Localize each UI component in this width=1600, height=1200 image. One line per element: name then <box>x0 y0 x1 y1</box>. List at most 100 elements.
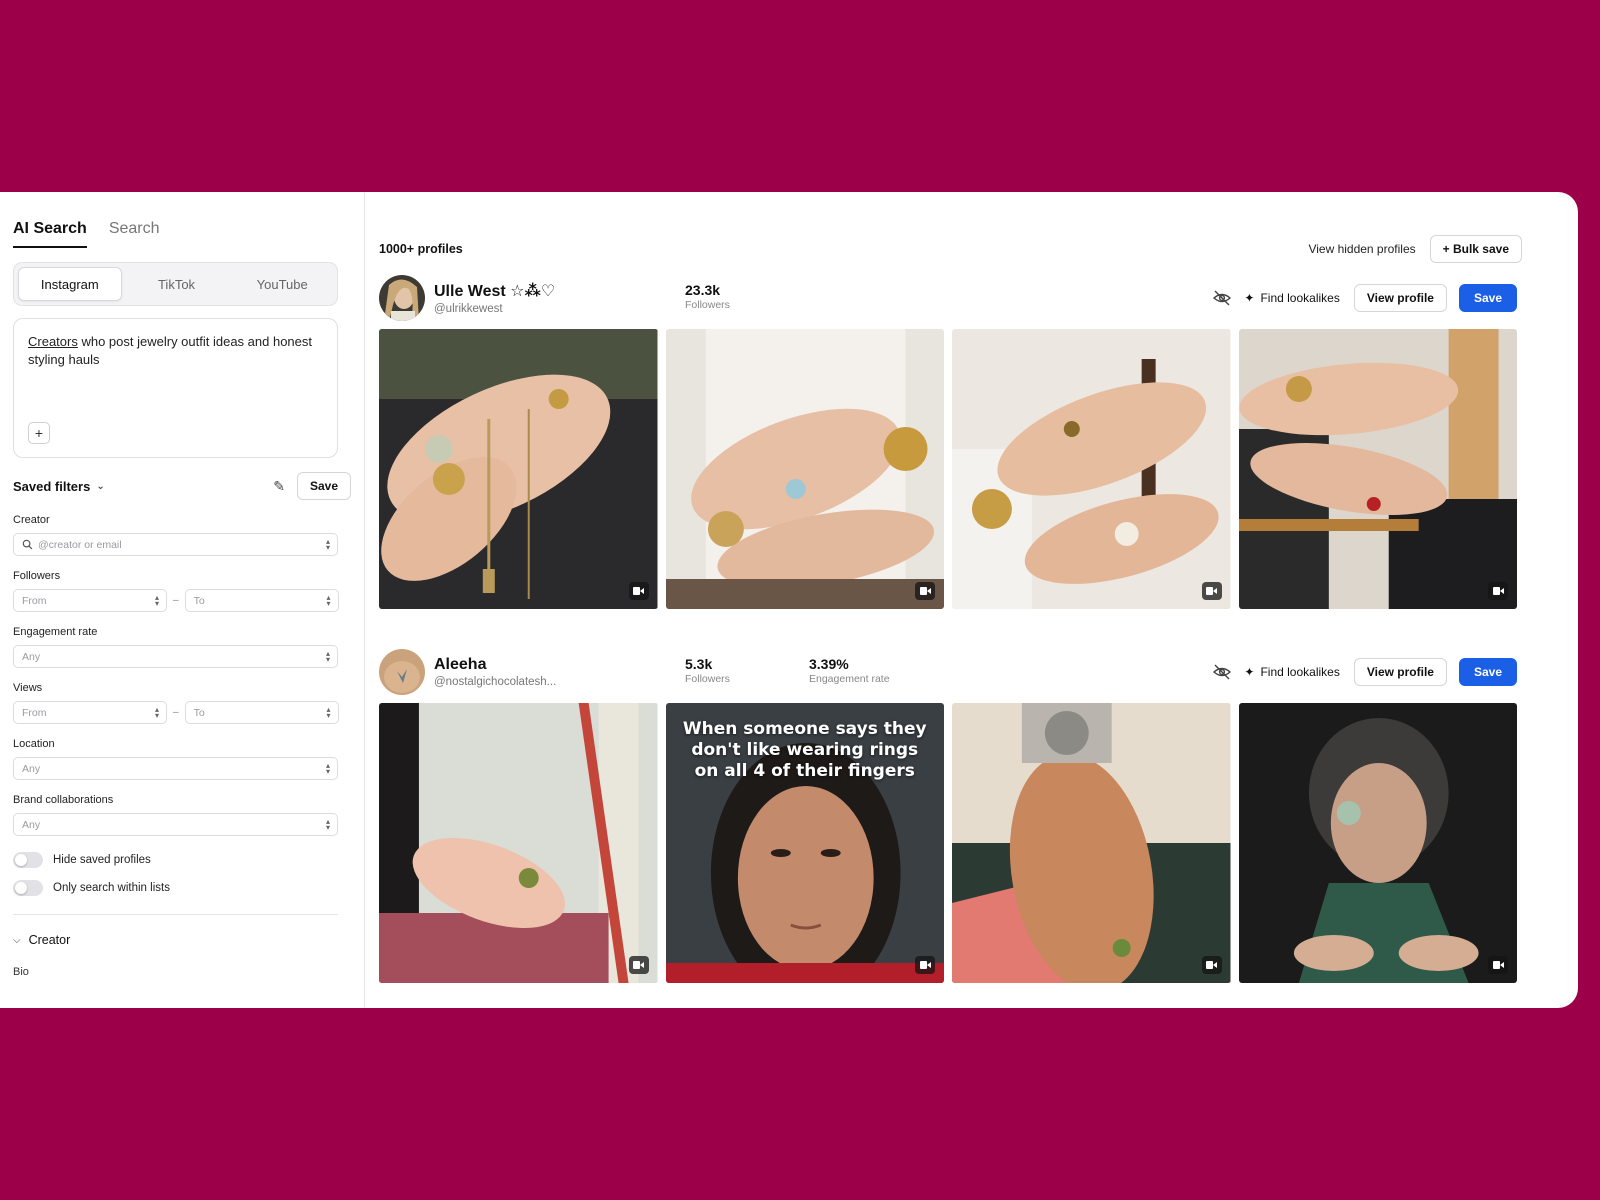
post-thumbnail[interactable] <box>665 329 944 609</box>
chevron-updown-icon: ▴ ▾ <box>325 648 330 664</box>
followers-stat: 5.3k Followers <box>685 656 730 685</box>
platform-instagram[interactable]: Instagram <box>18 267 122 301</box>
followers-label: Followers <box>685 673 730 685</box>
views-filter-label: Views <box>13 682 43 694</box>
only-lists-label: Only search within lists <box>53 882 170 894</box>
post-thumbnails <box>379 329 1517 609</box>
find-lookalikes-button[interactable]: ✦ Find lookalikes <box>1244 291 1339 305</box>
post-thumbnail[interactable] <box>379 703 658 983</box>
profile-handle: @nostalgichocolatesh... <box>434 676 557 688</box>
engagement-label: Engagement rate <box>809 673 890 685</box>
followers-value: 23.3k <box>685 282 721 298</box>
hide-profile-icon[interactable] <box>1212 662 1232 682</box>
chevron-updown-icon: ▴ ▾ <box>154 704 159 720</box>
view-hidden-profiles-link[interactable]: View hidden profiles <box>1308 242 1415 256</box>
video-icon <box>915 582 935 600</box>
platform-youtube[interactable]: YouTube <box>231 267 333 301</box>
followers-filter-label: Followers <box>13 570 61 582</box>
followers-range: From ▴ ▾ – To ▴ ▾ <box>13 589 351 612</box>
post-thumbnail[interactable] <box>952 329 1231 609</box>
tab-search[interactable]: Search <box>109 220 160 248</box>
profile-name[interactable]: Aleeha <box>434 656 690 674</box>
filters-sidebar: AI Search Search Instagram TikTok YouTub… <box>0 192 365 1008</box>
range-dash: – <box>173 595 179 606</box>
results-count: 1000+ profiles <box>379 242 463 256</box>
brand-select[interactable]: Any ▴ ▾ <box>13 813 338 836</box>
bulk-save-button[interactable]: + Bulk save <box>1429 235 1522 263</box>
hide-saved-row: Hide saved profiles <box>13 852 351 868</box>
hide-profile-icon[interactable] <box>1212 288 1232 308</box>
saved-filters-label: Saved filters <box>13 478 91 494</box>
creator-section-toggle[interactable]: ⌵ Creator <box>13 933 351 947</box>
prompt-underlined-word: Creators <box>28 334 78 349</box>
followers-value: 5.3k <box>685 656 713 672</box>
platform-switch: Instagram TikTok YouTube <box>13 262 338 306</box>
only-lists-toggle[interactable] <box>13 880 43 896</box>
results-panel: 1000+ profiles View hidden profiles + Bu… <box>365 192 1578 1008</box>
post-thumbnail[interactable] <box>1238 703 1517 983</box>
views-to-placeholder: To <box>193 706 205 719</box>
views-range: From ▴ ▾ – To ▴ ▾ <box>13 701 351 724</box>
profile-card: Ulle West ☆⁂♡ @ulrikkewest 23.3k Followe… <box>379 274 1517 609</box>
avatar[interactable] <box>379 649 425 695</box>
engagement-value: 3.39% <box>809 656 849 672</box>
profile-header: Ulle West ☆⁂♡ @ulrikkewest 23.3k Followe… <box>379 274 1517 322</box>
save-filters-button[interactable]: Save <box>296 472 351 500</box>
saved-filters-dropdown[interactable]: Saved filters ⌄ <box>13 479 105 494</box>
sparkle-icon: ✦ <box>1244 665 1255 679</box>
profile-card: Aleeha @nostalgichocolatesh... 5.3k Foll… <box>379 648 1517 983</box>
profile-names: Aleeha @nostalgichocolatesh... <box>434 656 690 688</box>
ai-prompt-text[interactable]: Creators who post jewelry outfit ideas a… <box>28 333 323 369</box>
profile-name[interactable]: Ulle West ☆⁂♡ <box>434 281 690 301</box>
view-profile-button[interactable]: View profile <box>1353 284 1447 312</box>
platform-tiktok[interactable]: TikTok <box>126 267 228 301</box>
ai-prompt-box[interactable]: Creators who post jewelry outfit ideas a… <box>13 318 338 458</box>
post-thumbnail[interactable] <box>1238 329 1517 609</box>
chevron-updown-icon: ▴ ▾ <box>326 704 331 720</box>
chevron-down-icon: ⌵ <box>13 934 21 946</box>
chevron-updown-icon: ▴ ▾ <box>154 592 159 608</box>
tab-ai-search[interactable]: AI Search <box>13 220 87 248</box>
save-profile-button[interactable]: Save <box>1458 658 1517 686</box>
engagement-select[interactable]: Any ▴ ▾ <box>13 645 338 668</box>
chevron-down-icon: ⌄ <box>96 480 105 492</box>
view-profile-button[interactable]: View profile <box>1353 658 1447 686</box>
profile-names: Ulle West ☆⁂♡ @ulrikkewest <box>434 281 690 315</box>
followers-stat: 23.3k Followers <box>685 282 730 311</box>
location-filter-label: Location <box>13 738 55 750</box>
add-attachment-button[interactable]: + <box>28 422 50 444</box>
search-mode-tabs: AI Search Search <box>13 220 351 248</box>
post-thumbnail[interactable]: When someone says they don't like wearin… <box>665 703 944 983</box>
video-icon <box>915 956 935 974</box>
post-thumbnail[interactable] <box>379 329 658 609</box>
brand-filter-label: Brand collaborations <box>13 794 114 806</box>
edit-pencil-icon[interactable]: ✎ <box>273 478 285 495</box>
followers-from-select[interactable]: From ▴ ▾ <box>13 589 167 612</box>
views-from-select[interactable]: From ▴ ▾ <box>13 701 167 724</box>
profile-header: Aleeha @nostalgichocolatesh... 5.3k Foll… <box>379 648 1517 696</box>
hide-saved-toggle[interactable] <box>13 852 43 868</box>
creator-filter-label: Creator <box>13 514 50 526</box>
location-value: Any <box>22 762 41 775</box>
find-lookalikes-label: Find lookalikes <box>1260 291 1340 305</box>
engagement-filter-label: Engagement rate <box>13 626 98 638</box>
followers-to-select[interactable]: To ▴ ▾ <box>184 589 339 612</box>
video-icon <box>1488 956 1508 974</box>
post-thumbnail[interactable] <box>952 703 1231 983</box>
search-icon <box>22 539 33 550</box>
location-select[interactable]: Any ▴ ▾ <box>13 757 338 780</box>
followers-label: Followers <box>685 299 730 311</box>
followers-from-placeholder: From <box>22 594 47 607</box>
bio-label: Bio <box>13 966 29 978</box>
creator-placeholder: @creator or email <box>38 538 122 551</box>
avatar[interactable] <box>379 275 425 321</box>
profile-actions: ✦ Find lookalikes View profile Save <box>1212 284 1517 312</box>
find-lookalikes-button[interactable]: ✦ Find lookalikes <box>1244 665 1339 679</box>
chevron-updown-icon: ▴ ▾ <box>325 816 330 832</box>
views-to-select[interactable]: To ▴ ▾ <box>184 701 339 724</box>
save-profile-button[interactable]: Save <box>1458 284 1517 312</box>
app-window: AI Search Search Instagram TikTok YouTub… <box>0 192 1578 1008</box>
only-lists-row: Only search within lists <box>13 880 351 896</box>
creator-search-input[interactable]: @creator or email ▴ ▾ <box>13 533 338 556</box>
brand-value: Any <box>22 818 41 831</box>
